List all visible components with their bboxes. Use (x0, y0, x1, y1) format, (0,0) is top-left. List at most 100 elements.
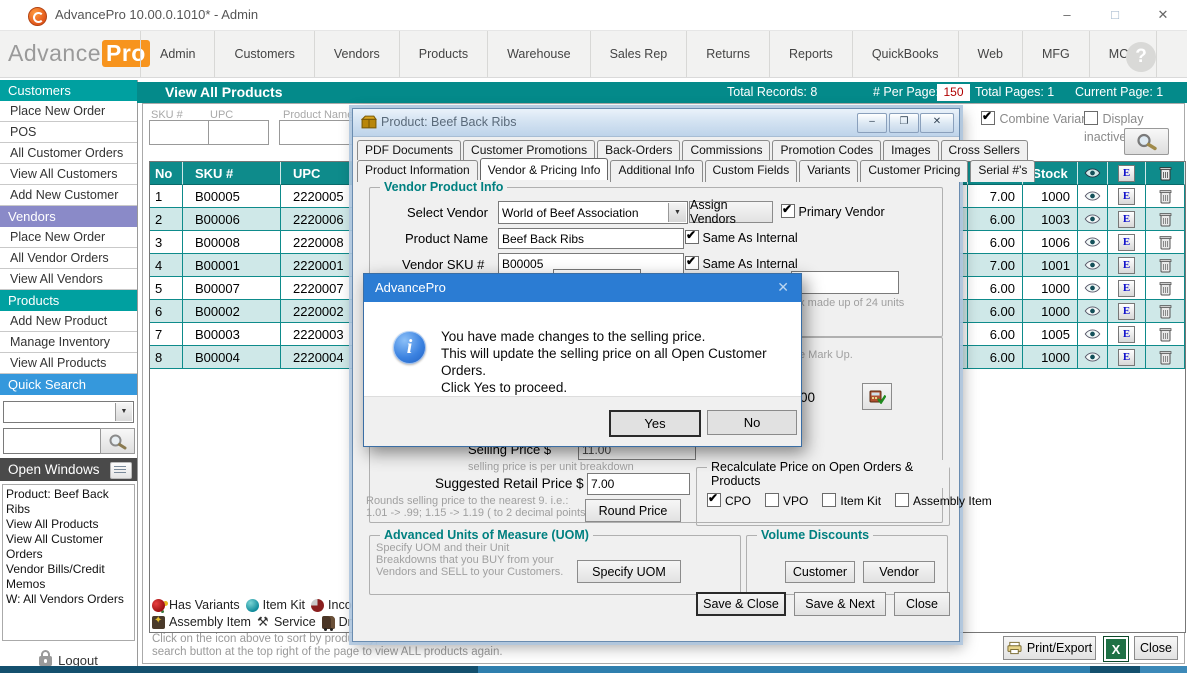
legend-assembly-item[interactable]: Assembly Item (152, 615, 251, 629)
combine-variants-checkbox[interactable]: Combine Variants (981, 110, 1098, 128)
legend-has-variants[interactable]: Has Variants (152, 598, 240, 612)
chevron-down-icon[interactable]: ▼ (668, 203, 686, 222)
delete-product-button[interactable] (1146, 323, 1185, 346)
print-export-button[interactable]: Print/Export (1003, 636, 1096, 660)
product-name-filter-input[interactable] (279, 120, 357, 145)
panel-close-button[interactable]: Close (1134, 636, 1178, 660)
sidebar-item-add-new-customer[interactable]: Add New Customer (0, 185, 137, 206)
suggested-retail-input[interactable]: 7.00 (587, 473, 690, 495)
primary-vendor-box[interactable] (781, 204, 795, 218)
sidebar-item-view-all-products[interactable]: View All Products (0, 353, 137, 374)
window-list-icon[interactable] (110, 462, 132, 479)
tab-customer-pricing[interactable]: Customer Pricing (860, 160, 968, 182)
sku-filter-input[interactable] (149, 120, 209, 145)
open-window-w-all-vendors-orders[interactable]: W: All Vendors Orders (6, 592, 134, 607)
sidebar-item-place-new-order[interactable]: Place New Order (0, 101, 137, 122)
nav-item-warehouse[interactable]: Warehouse (488, 31, 590, 77)
view-product-button[interactable] (1078, 277, 1108, 300)
per-page-input[interactable] (937, 84, 970, 101)
table-search-button[interactable] (1124, 128, 1169, 155)
same-as-internal-2-box[interactable] (685, 256, 699, 270)
edit-product-button[interactable]: E (1108, 300, 1146, 323)
recalc-item-kit-checkbox[interactable]: Item Kit (822, 493, 881, 508)
checkbox-box[interactable] (895, 493, 909, 507)
dialog-close-icon[interactable]: ✕ (777, 279, 789, 296)
window-maximize-button[interactable]: □ (1100, 4, 1130, 26)
edit-product-button[interactable]: E (1108, 231, 1146, 254)
checkbox-box[interactable] (707, 493, 721, 507)
view-product-button[interactable] (1078, 323, 1108, 346)
open-window-view-all-customer-orders[interactable]: View All Customer Orders (6, 532, 134, 562)
sidebar-item-view-all-vendors[interactable]: View All Vendors (0, 269, 137, 290)
tab-variants[interactable]: Variants (799, 160, 858, 182)
no-button[interactable]: No (707, 410, 797, 435)
breakdown-input-2[interactable]: 1 (791, 271, 899, 294)
tab-custom-fields[interactable]: Custom Fields (705, 160, 798, 182)
tab-cross-sellers[interactable]: Cross Sellers (941, 140, 1028, 160)
nav-item-sales-rep[interactable]: Sales Rep (591, 31, 688, 77)
same-as-internal-2-checkbox[interactable]: Same As Internal (685, 256, 798, 271)
recalculate-icon-button[interactable] (862, 383, 892, 410)
window-close-button[interactable]: ✕ (1148, 4, 1178, 26)
open-window-view-all-products[interactable]: View All Products (6, 517, 134, 532)
nav-item-reports[interactable]: Reports (770, 31, 853, 77)
recalc-vpo-checkbox[interactable]: VPO (765, 493, 808, 508)
view-product-button[interactable] (1078, 346, 1108, 369)
tab-serial-s[interactable]: Serial #'s (970, 160, 1035, 182)
nav-item-customers[interactable]: Customers (215, 31, 314, 77)
col-header-no[interactable]: No (150, 162, 183, 185)
recalc-assembly-item-checkbox[interactable]: Assembly Item (895, 493, 992, 508)
nav-item-admin[interactable]: Admin (140, 31, 215, 77)
excel-export-button[interactable]: X (1103, 636, 1129, 662)
nav-item-quickbooks[interactable]: QuickBooks (853, 31, 959, 77)
upc-filter-input[interactable] (208, 120, 269, 145)
tab-images[interactable]: Images (883, 140, 938, 160)
recalc-cpo-checkbox[interactable]: CPO (707, 493, 751, 508)
delete-product-button[interactable] (1146, 231, 1185, 254)
edit-product-button[interactable]: E (1108, 277, 1146, 300)
edit-product-button[interactable]: E (1108, 346, 1146, 369)
view-product-button[interactable] (1078, 185, 1108, 208)
open-window-product-beef-back-ribs[interactable]: Product: Beef Back Ribs (6, 487, 134, 517)
edit-product-button[interactable]: E (1108, 208, 1146, 231)
tab-customer-promotions[interactable]: Customer Promotions (463, 140, 595, 160)
delete-product-button[interactable] (1146, 185, 1185, 208)
display-inactive-box[interactable] (1084, 111, 1098, 125)
product-name-input[interactable]: Beef Back Ribs (498, 228, 684, 249)
modal-restore-button[interactable]: ❐ (889, 113, 919, 133)
view-product-button[interactable] (1078, 300, 1108, 323)
volume-vendor-button[interactable]: Vendor (863, 561, 935, 583)
yes-button[interactable]: Yes (609, 410, 701, 437)
tab-promotion-codes[interactable]: Promotion Codes (772, 140, 881, 160)
col-header-sku[interactable]: SKU # (183, 162, 281, 185)
checkbox-box[interactable] (765, 493, 779, 507)
quick-search-select[interactable]: ▼ (3, 401, 134, 423)
same-as-internal-1-checkbox[interactable]: Same As Internal (685, 230, 798, 245)
combine-variants-box[interactable] (981, 111, 995, 125)
modal-close-action-button[interactable]: Close (894, 592, 950, 616)
sidebar-item-pos[interactable]: POS (0, 122, 137, 143)
window-minimize-button[interactable]: – (1052, 4, 1082, 26)
sidebar-item-view-all-customers[interactable]: View All Customers (0, 164, 137, 185)
tab-back-orders[interactable]: Back-Orders (597, 140, 680, 160)
quick-search-button[interactable] (100, 428, 135, 454)
view-product-button[interactable] (1078, 231, 1108, 254)
tab-commissions[interactable]: Commissions (682, 140, 770, 160)
nav-item-web[interactable]: Web (959, 31, 1023, 77)
sidebar-item-manage-inventory[interactable]: Manage Inventory (0, 332, 137, 353)
modal-close-button[interactable]: ✕ (920, 113, 954, 133)
tab-vendor-pricing-info[interactable]: Vendor & Pricing Info (480, 158, 609, 180)
tab-additional-info[interactable]: Additional Info (610, 160, 702, 182)
help-icon[interactable]: ? (1126, 42, 1156, 72)
delete-product-button[interactable] (1146, 208, 1185, 231)
legend-service[interactable]: Service (257, 615, 316, 629)
tab-product-information[interactable]: Product Information (357, 160, 478, 182)
save-next-button[interactable]: Save & Next (794, 592, 886, 616)
edit-product-button[interactable]: E (1108, 185, 1146, 208)
delete-product-button[interactable] (1146, 346, 1185, 369)
tab-pdf-documents[interactable]: PDF Documents (357, 140, 461, 160)
confirm-dialog-titlebar[interactable]: AdvancePro ✕ (364, 274, 801, 302)
chevron-down-icon[interactable]: ▼ (115, 403, 132, 421)
modal-minimize-button[interactable]: – (857, 113, 887, 133)
delete-product-button[interactable] (1146, 277, 1185, 300)
